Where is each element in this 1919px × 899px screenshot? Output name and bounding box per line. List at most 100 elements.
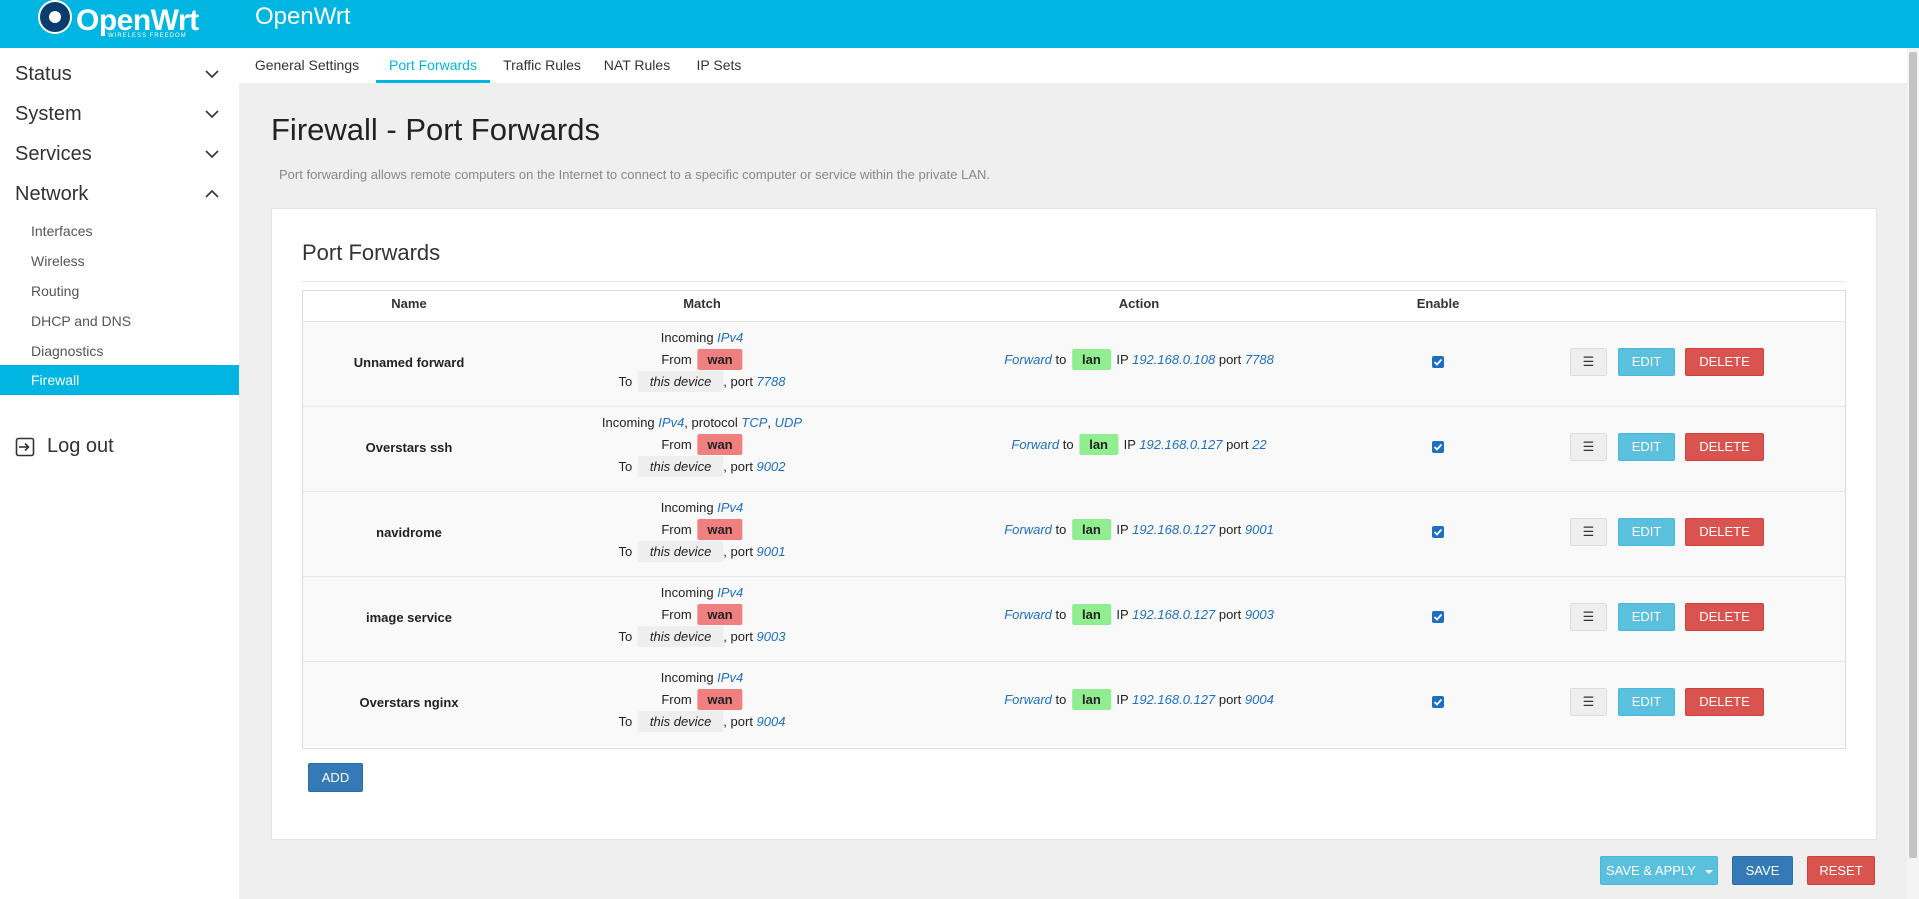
- sidebar-item-label: Services: [15, 143, 92, 165]
- sidebar-item-label: Interfaces: [31, 223, 93, 239]
- ip-label: IP: [1116, 522, 1129, 537]
- checkmark-icon: [1433, 698, 1443, 706]
- sidebar-item-label: Wireless: [31, 253, 85, 269]
- enable-checkbox[interactable]: [1432, 696, 1444, 708]
- sidebar-item-network[interactable]: Network: [0, 175, 239, 215]
- match-to: To this device, port 9004: [618, 711, 786, 732]
- to-word: to: [1055, 522, 1067, 537]
- port-label: port: [1218, 607, 1242, 622]
- drag-handle-button[interactable]: ☰: [1570, 348, 1607, 376]
- page-description: Port forwarding allows remote computers …: [279, 167, 991, 182]
- checkmark-icon: [1433, 528, 1443, 536]
- delete-button[interactable]: DELETE: [1685, 603, 1764, 631]
- rule-name: Overstars nginx: [359, 695, 459, 710]
- match-from: From wan: [661, 349, 743, 370]
- page-title: Firewall - Port Forwards: [271, 112, 600, 147]
- drag-handle-button[interactable]: ☰: [1570, 518, 1607, 546]
- source-zone-badge: wan: [697, 434, 743, 455]
- edit-button[interactable]: EDIT: [1618, 433, 1675, 461]
- sidebar-item-routing[interactable]: Routing: [0, 276, 239, 306]
- sidebar-item-label: System: [15, 103, 82, 125]
- to-label: To: [618, 629, 633, 644]
- tab-nat-rules[interactable]: NAT Rules: [601, 48, 673, 83]
- dest-zone-badge: lan: [1079, 434, 1118, 455]
- logout-link[interactable]: Log out: [0, 427, 239, 467]
- edit-button[interactable]: EDIT: [1618, 603, 1675, 631]
- drag-handle-button[interactable]: ☰: [1570, 688, 1607, 716]
- save-apply-button[interactable]: SAVE & APPLY: [1600, 856, 1718, 885]
- port-label: port: [1226, 437, 1249, 452]
- to-label: To: [618, 714, 633, 729]
- source-port: 9004: [756, 714, 786, 729]
- tab-bar: General Settings Port Forwards Traffic R…: [239, 48, 1907, 83]
- sidebar-item-wireless[interactable]: Wireless: [0, 246, 239, 276]
- protocol-value: UDP: [774, 415, 803, 430]
- address-family: IPv4: [717, 585, 744, 600]
- address-family: IPv4: [658, 415, 685, 430]
- address-family: IPv4: [717, 500, 744, 515]
- to-label: To: [618, 544, 633, 559]
- sidebar-item-services[interactable]: Services: [0, 135, 239, 175]
- add-button[interactable]: ADD: [308, 763, 363, 792]
- port-label: port: [1218, 522, 1242, 537]
- rule-name: image service: [365, 610, 453, 625]
- edit-button[interactable]: EDIT: [1618, 688, 1675, 716]
- tab-general-settings[interactable]: General Settings: [253, 48, 361, 83]
- app-title: OpenWrt: [255, 3, 351, 30]
- drag-handle-button[interactable]: ☰: [1570, 433, 1607, 461]
- delete-button[interactable]: DELETE: [1685, 688, 1764, 716]
- edit-button[interactable]: EDIT: [1618, 348, 1675, 376]
- incoming-label: Incoming: [660, 670, 714, 685]
- chevron-up-icon: [205, 189, 219, 198]
- match-incoming: Incoming IPv4: [661, 500, 743, 515]
- to-word: to: [1062, 437, 1074, 452]
- port-label: port: [1218, 692, 1242, 707]
- dest-zone-badge: lan: [1071, 604, 1111, 625]
- match-from: From wan: [661, 604, 743, 625]
- match-incoming: Incoming IPv4: [661, 670, 743, 685]
- logo-subtext: WIRELESS FREEDOM: [108, 33, 187, 39]
- sidebar-item-interfaces[interactable]: Interfaces: [0, 216, 239, 246]
- save-button[interactable]: SAVE: [1732, 856, 1793, 885]
- delete-button[interactable]: DELETE: [1685, 348, 1764, 376]
- to-label: To: [618, 459, 633, 474]
- delete-button[interactable]: DELETE: [1685, 518, 1764, 546]
- enable-checkbox[interactable]: [1432, 611, 1444, 623]
- sidebar-item-status[interactable]: Status: [0, 55, 239, 95]
- tab-ip-sets[interactable]: IP Sets: [690, 48, 748, 83]
- rule-action: Forward to lan IP 192.168.0.127 port 900…: [1004, 519, 1274, 540]
- enable-checkbox[interactable]: [1432, 356, 1444, 368]
- to-word: to: [1055, 607, 1067, 622]
- sidebar-item-system[interactable]: System: [0, 95, 239, 135]
- delete-button[interactable]: DELETE: [1685, 433, 1764, 461]
- drag-handle-button[interactable]: ☰: [1570, 603, 1607, 631]
- dest-zone-badge: lan: [1071, 349, 1111, 370]
- logo-text: OpenWrt: [76, 4, 199, 37]
- tab-port-forwards[interactable]: Port Forwards: [376, 48, 490, 83]
- section-divider: [302, 281, 1846, 282]
- edit-button[interactable]: EDIT: [1618, 518, 1675, 546]
- checkmark-icon: [1433, 613, 1443, 621]
- dest-zone-badge: lan: [1071, 519, 1111, 540]
- to-word: to: [1055, 352, 1067, 367]
- match-from: From wan: [661, 689, 743, 710]
- dest-ip: 192.168.0.127: [1132, 692, 1216, 707]
- sidebar-item-label: Firewall: [31, 372, 80, 388]
- rule-action: Forward to lan IP 192.168.0.127 port 900…: [1004, 604, 1274, 625]
- sidebar-item-label: Network: [15, 183, 89, 205]
- sidebar-item-firewall[interactable]: Firewall: [0, 365, 239, 395]
- incoming-label: Incoming: [660, 500, 714, 515]
- tab-traffic-rules[interactable]: Traffic Rules: [499, 48, 585, 83]
- openwrt-logo[interactable]: OpenWrt WIRELESS FREEDOM: [38, 0, 238, 44]
- sidebar-item-diagnostics[interactable]: Diagnostics: [0, 336, 239, 366]
- logout-icon: [15, 437, 35, 457]
- ip-label: IP: [1116, 607, 1129, 622]
- source-port: 7788: [756, 374, 786, 389]
- enable-checkbox[interactable]: [1432, 441, 1444, 453]
- caret-down-icon: [1705, 870, 1714, 874]
- reset-button[interactable]: RESET: [1807, 856, 1875, 885]
- checkmark-icon: [1433, 358, 1443, 366]
- enable-checkbox[interactable]: [1432, 526, 1444, 538]
- scrollbar-thumb[interactable]: [1909, 52, 1917, 858]
- sidebar-item-dhcp-dns[interactable]: DHCP and DNS: [0, 306, 239, 336]
